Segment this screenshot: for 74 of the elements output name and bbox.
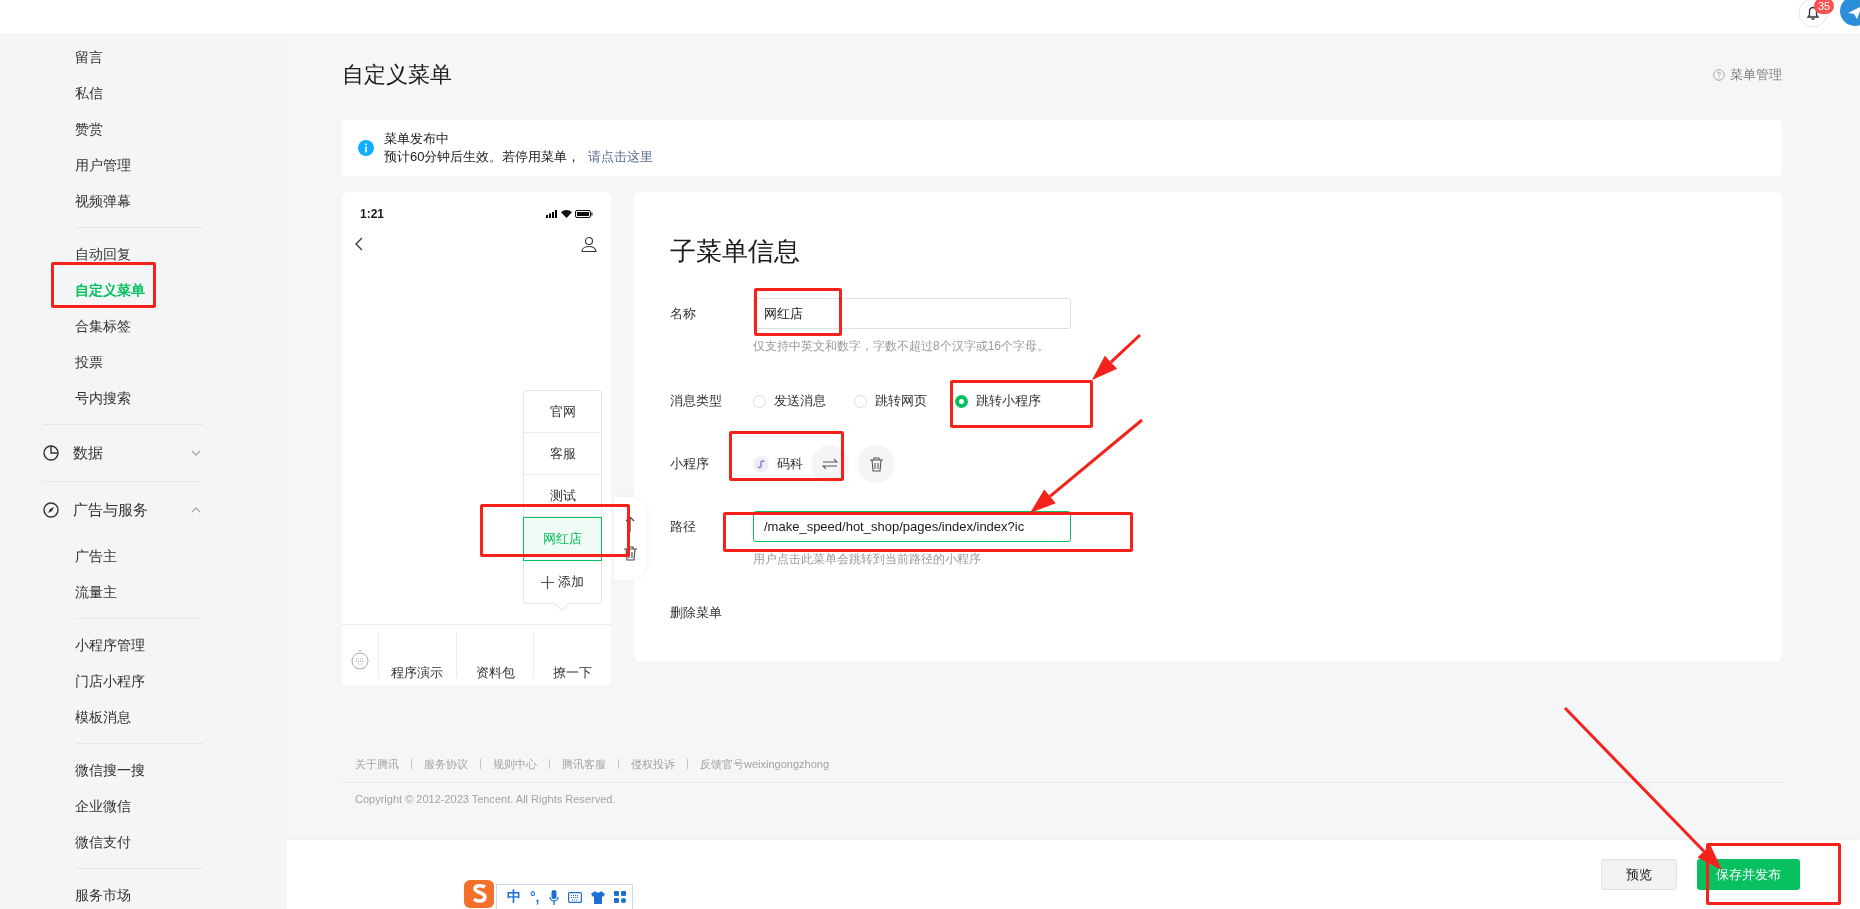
path-field[interactable]: /make_speed/hot_shop/pages/index/index?ic — [753, 511, 1071, 542]
keyboard-icon[interactable] — [351, 650, 369, 670]
sidebar-item[interactable]: 模板消息 — [0, 699, 141, 735]
radio-label[interactable]: 跳转小程序 — [976, 392, 1041, 410]
signal-icon — [546, 210, 558, 218]
radio-button[interactable] — [955, 394, 968, 408]
sidebar-item[interactable]: 私信 — [0, 75, 113, 111]
sidebar-item[interactable]: 号内搜索 — [0, 380, 141, 416]
field-label: 消息类型 — [670, 392, 723, 410]
person-icon[interactable] — [581, 236, 597, 252]
notice-link[interactable]: 请点击这里 — [588, 149, 654, 164]
section-title: 子菜单信息 — [670, 235, 801, 268]
help-icon — [1713, 69, 1725, 81]
microphone-icon[interactable] — [548, 889, 559, 905]
shirt-icon[interactable] — [590, 890, 605, 904]
trash-icon[interactable] — [623, 546, 637, 561]
apps-grid-icon[interactable] — [613, 891, 626, 903]
sidebar-item[interactable]: 广告主 — [0, 538, 127, 574]
back-icon[interactable] — [354, 237, 364, 251]
add-submenu-button[interactable]: 添加 — [524, 561, 601, 603]
sidebar-item[interactable]: 留言 — [0, 39, 113, 75]
sidebar-item[interactable]: 合集标签 — [0, 308, 141, 344]
name-field[interactable]: 网红店 — [753, 298, 1071, 329]
notice-title: 菜单发布中 — [384, 130, 450, 148]
help-link[interactable]: 菜单管理 — [1730, 66, 1782, 84]
radio-label[interactable]: 跳转网页 — [875, 392, 927, 410]
field-hint: 用户点击此菜单会跳转到当前路径的小程序 — [753, 551, 982, 567]
sidebar-item[interactable]: 小程序管理 — [0, 627, 155, 663]
sidebar-item[interactable]: 投票 — [0, 344, 113, 380]
sidebar-item[interactable]: 微信支付 — [0, 824, 141, 860]
swap-icon — [822, 459, 838, 469]
submenu-item[interactable]: 客服 — [524, 433, 601, 475]
sidebar-item[interactable]: 视频弹幕 — [0, 183, 141, 219]
delete-button[interactable] — [857, 445, 895, 483]
pie-chart-icon — [43, 445, 59, 461]
move-up-icon[interactable] — [625, 516, 635, 532]
delete-menu-link[interactable]: 删除菜单 — [670, 604, 722, 622]
sidebar-item[interactable]: 赞赏 — [0, 111, 113, 147]
field-hint: 仅支持中英文和数字，字数不超过8个汉字或16个字母。 — [753, 338, 1051, 354]
punctuation-toggle[interactable]: °, — [530, 889, 540, 905]
sidebar-item[interactable]: 门店小程序 — [0, 663, 155, 699]
sidebar-section-title[interactable]: 数据 — [73, 443, 189, 463]
page-title: 自定义菜单 — [342, 61, 452, 89]
copyright-text: Copyright © 2012-2023 Tencent. All Rights Reserved. — [354, 793, 617, 805]
menu-tab[interactable]: 程序演示 — [391, 664, 444, 682]
radio-label[interactable]: 发送消息 — [774, 392, 826, 410]
sidebar-item[interactable]: 服务市场 — [0, 877, 141, 909]
compass-icon — [43, 502, 59, 518]
sidebar-section-title[interactable]: 广告与服务 — [73, 500, 189, 520]
notice-text: 预计60分钟后生效。若停用菜单， — [384, 149, 581, 164]
field-label: 名称 — [670, 304, 697, 323]
preview-button[interactable]: 预览 — [1601, 859, 1677, 890]
submenu-item[interactable]: 官网 — [524, 391, 601, 433]
annotation-arrow — [1092, 333, 1142, 380]
sidebar-item[interactable]: 流量主 — [0, 574, 127, 610]
plus-icon — [541, 575, 554, 589]
sidebar-item[interactable]: 微信搜一搜 — [0, 752, 155, 788]
keyboard-icon[interactable] — [567, 891, 582, 903]
sidebar-item[interactable]: 企业微信 — [0, 788, 141, 824]
mini-program-name: 码科 — [777, 455, 803, 473]
trash-icon — [869, 456, 883, 472]
battery-icon — [575, 210, 593, 218]
menu-tab[interactable]: 资料包 — [475, 664, 515, 682]
input-mode-toggle[interactable]: 中 — [507, 888, 521, 906]
menu-tab[interactable]: 撩一下 — [553, 664, 593, 682]
notification-badge: 35 — [1814, 0, 1835, 14]
wifi-icon — [561, 210, 572, 218]
info-icon — [358, 140, 374, 156]
sidebar-item[interactable]: 自动回复 — [0, 236, 141, 272]
field-label: 路径 — [670, 517, 697, 536]
field-label: 小程序 — [670, 455, 710, 473]
sidebar-item[interactable]: 用户管理 — [0, 147, 141, 183]
link-icon — [753, 456, 769, 472]
status-time: 1:21 — [360, 207, 385, 221]
